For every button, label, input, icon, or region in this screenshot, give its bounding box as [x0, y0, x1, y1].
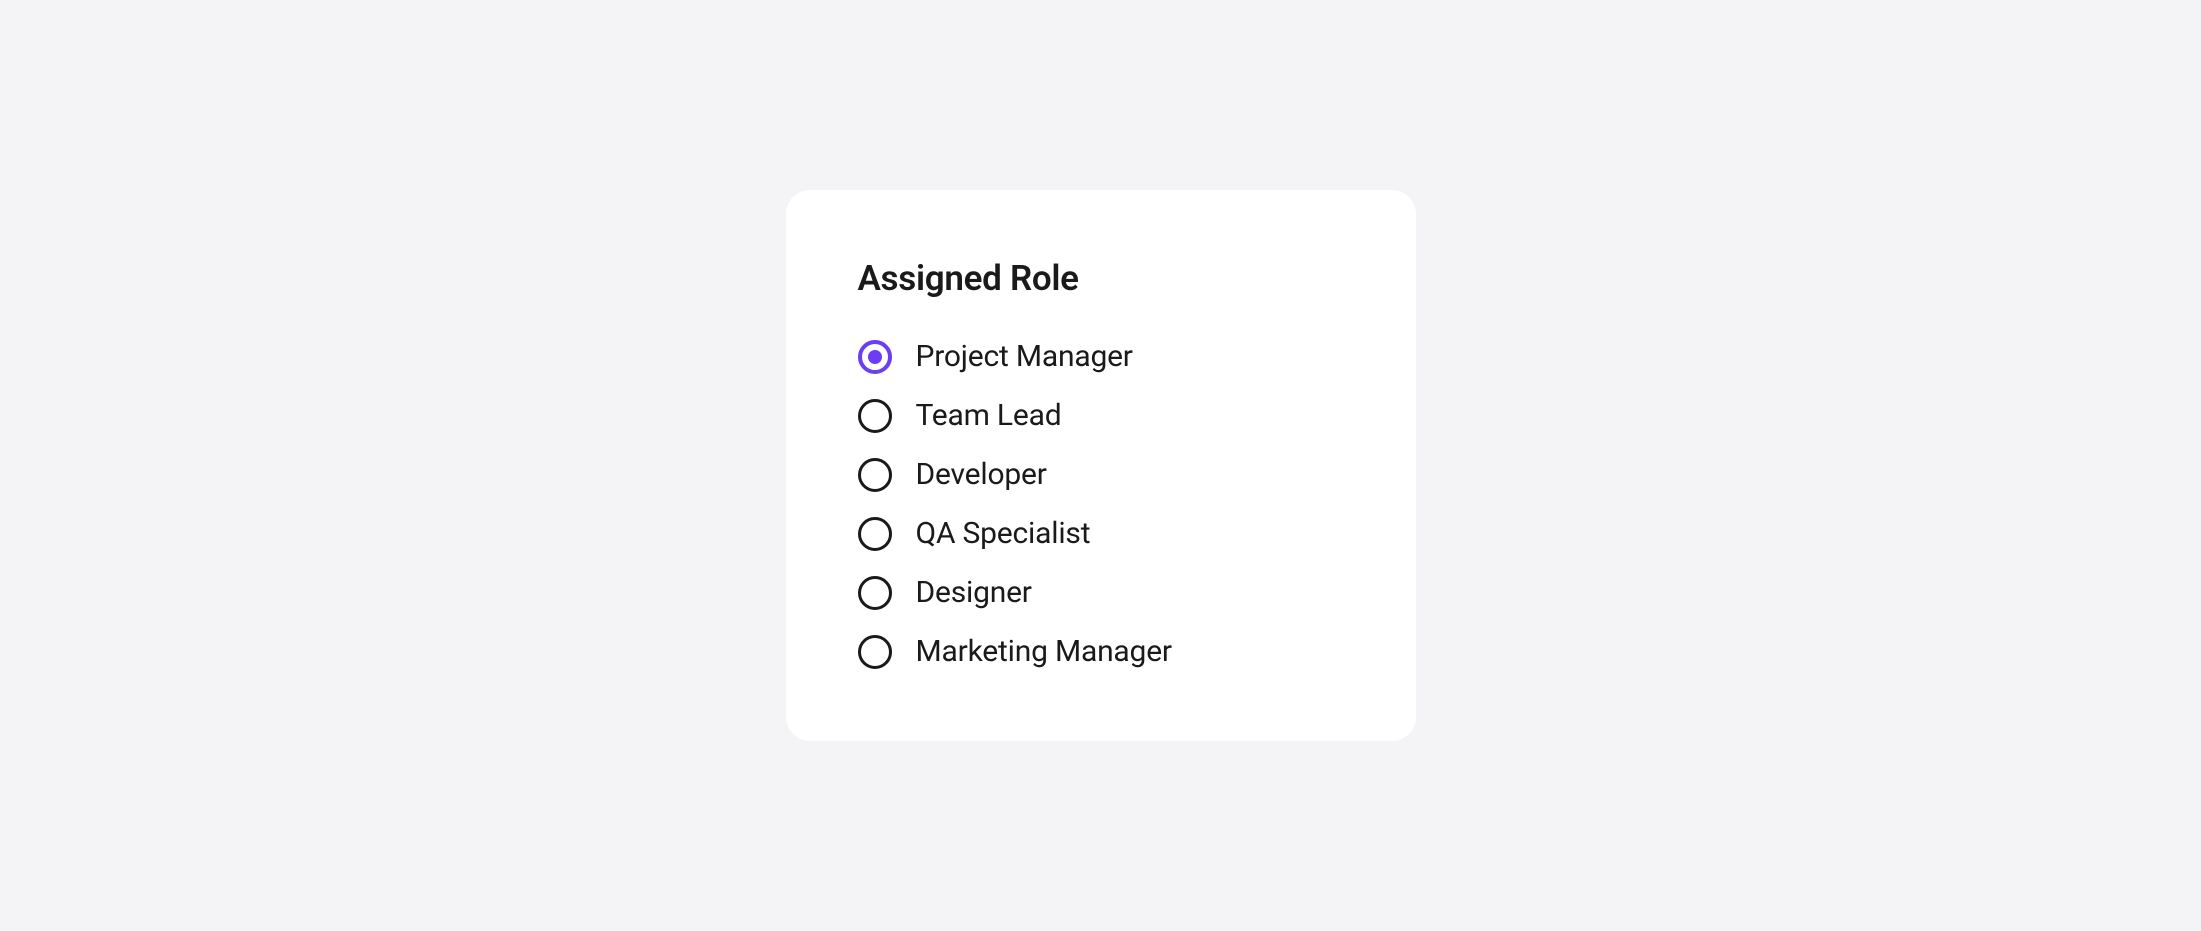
role-selection-card: Assigned Role Project Manager Team Lead … [786, 190, 1416, 741]
radio-option-marketing-manager[interactable]: Marketing Manager [858, 634, 1344, 669]
radio-label: Project Manager [916, 339, 1133, 374]
radio-label: Designer [916, 575, 1032, 610]
card-title: Assigned Role [858, 258, 1344, 299]
radio-circle-icon [858, 458, 892, 492]
radio-circle-icon [858, 576, 892, 610]
radio-label: QA Specialist [916, 516, 1091, 551]
radio-label: Team Lead [916, 398, 1062, 433]
radio-option-developer[interactable]: Developer [858, 457, 1344, 492]
radio-label: Marketing Manager [916, 634, 1172, 669]
radio-circle-icon [858, 340, 892, 374]
radio-circle-icon [858, 399, 892, 433]
radio-option-team-lead[interactable]: Team Lead [858, 398, 1344, 433]
radio-circle-icon [858, 635, 892, 669]
radio-group: Project Manager Team Lead Developer QA S… [858, 339, 1344, 669]
radio-option-designer[interactable]: Designer [858, 575, 1344, 610]
radio-label: Developer [916, 457, 1047, 492]
radio-circle-icon [858, 517, 892, 551]
radio-option-qa-specialist[interactable]: QA Specialist [858, 516, 1344, 551]
radio-option-project-manager[interactable]: Project Manager [858, 339, 1344, 374]
radio-dot-icon [868, 350, 882, 364]
